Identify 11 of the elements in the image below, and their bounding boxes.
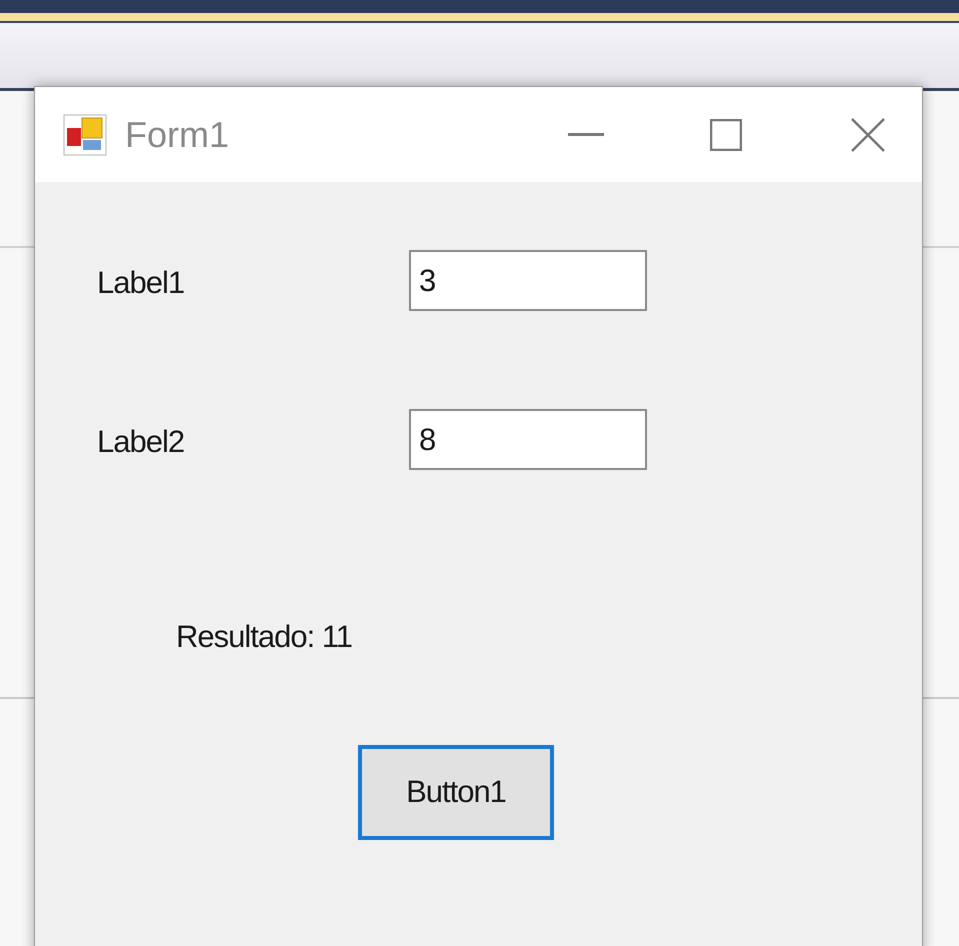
result-label: Resultado: 11: [176, 618, 353, 656]
input-field[interactable]: 8: [409, 409, 647, 470]
form-icon: [63, 114, 107, 156]
maximize-icon: [710, 118, 742, 150]
minimize-icon: [568, 132, 604, 136]
window-title: Form1: [125, 112, 230, 156]
field-label: Label1: [97, 264, 186, 302]
input-field[interactable]: 3: [409, 250, 647, 311]
button[interactable]: Button1: [358, 744, 554, 840]
field-label: Label2: [97, 423, 186, 461]
close-icon: [851, 118, 885, 152]
